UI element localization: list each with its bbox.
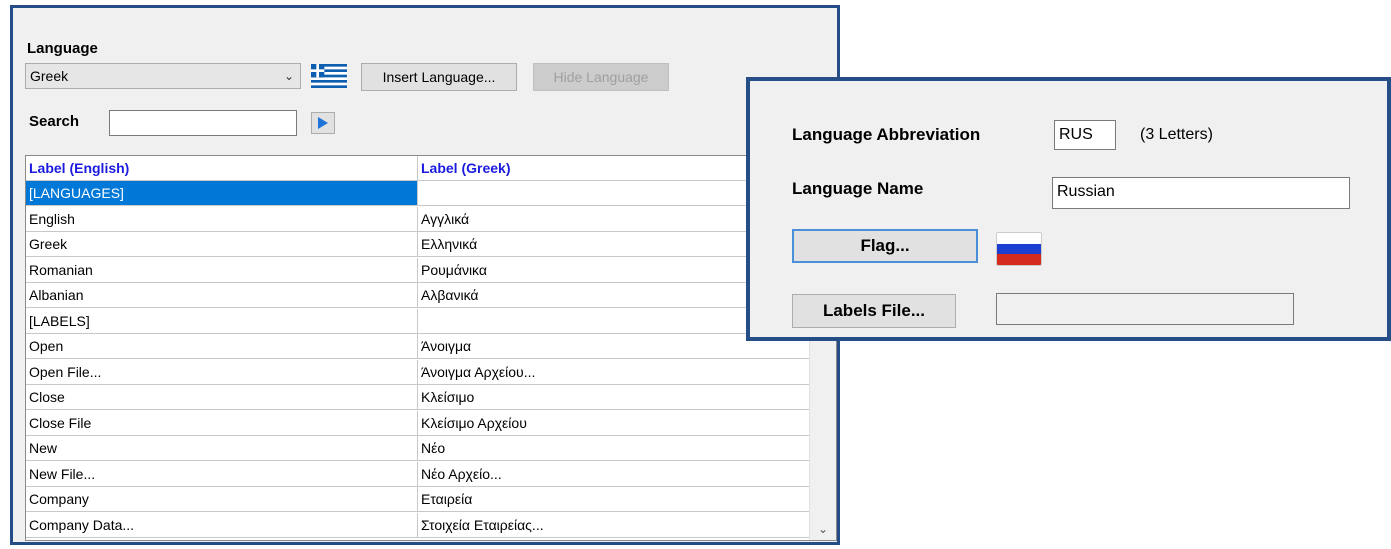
table-row[interactable]: [LABELS] xyxy=(26,308,810,334)
search-input[interactable] xyxy=(109,110,297,136)
labels-file-path-input[interactable] xyxy=(996,293,1294,325)
cell-label-greek[interactable]: Άνοιγμα Αρχείου... xyxy=(418,359,810,385)
hide-language-button[interactable]: Hide Language xyxy=(533,63,669,91)
cell-label-english[interactable]: Company Data... xyxy=(26,512,418,538)
language-name-input[interactable]: Russian xyxy=(1052,177,1350,209)
table-row[interactable]: Close File Κλείσιμο Αρχείου xyxy=(26,410,810,436)
table-row[interactable]: Close Κλείσιμο xyxy=(26,385,810,410)
cell-label-english[interactable]: Open File... xyxy=(26,359,418,385)
language-label: Language xyxy=(27,40,98,57)
russian-flag-icon xyxy=(996,232,1042,266)
cell-label-english[interactable]: New xyxy=(26,436,418,461)
cell-label-english[interactable]: Close File xyxy=(26,410,418,436)
table-row[interactable]: Greek Ελληνικά xyxy=(26,232,810,257)
cell-label-greek[interactable]: Νέο xyxy=(418,436,810,461)
table-row[interactable]: Open File... Άνοιγμα Αρχείου... xyxy=(26,359,810,385)
cell-label-english[interactable]: Greek xyxy=(26,232,418,257)
table-row[interactable]: New Νέο xyxy=(26,436,810,461)
cell-label-english[interactable]: Albanian xyxy=(26,283,418,308)
insert-language-window: Language Abbreviation RUS (3 Letters) La… xyxy=(746,77,1391,341)
labels-grid: Label (English) Label (Greek) [LANGUAGES… xyxy=(25,155,837,541)
chevron-down-icon: ⌄ xyxy=(283,69,294,83)
table-row[interactable]: Albanian Αλβανικά xyxy=(26,283,810,308)
language-dropdown[interactable]: Greek ⌄ xyxy=(25,63,301,89)
cell-label-english[interactable]: [LABELS] xyxy=(26,308,418,334)
cell-label-greek[interactable]: Εταιρεία xyxy=(418,487,810,512)
table-row[interactable]: Romanian Ρουμάνικα xyxy=(26,257,810,283)
cell-label-english[interactable]: New File... xyxy=(26,461,418,487)
language-abbreviation-input[interactable]: RUS xyxy=(1054,120,1116,150)
cell-label-greek[interactable]: Νέο Αρχείο... xyxy=(418,461,810,487)
labels-file-button[interactable]: Labels File... xyxy=(792,294,956,328)
table-row[interactable]: English Αγγλικά xyxy=(26,206,810,232)
language-dropdown-value: Greek xyxy=(30,68,69,84)
language-abbreviation-label: Language Abbreviation xyxy=(792,125,981,144)
insert-language-button[interactable]: Insert Language... xyxy=(361,63,517,91)
cell-label-greek[interactable]: Κλείσιμο xyxy=(418,385,810,410)
flag-button[interactable]: Flag... xyxy=(792,229,978,263)
table-row[interactable]: Open Άνοιγμα xyxy=(26,334,810,359)
table-row[interactable]: Company Εταιρεία xyxy=(26,487,810,512)
cell-label-greek[interactable]: Κλείσιμο Αρχείου xyxy=(418,410,810,436)
search-label: Search xyxy=(29,113,80,130)
abbreviation-hint: (3 Letters) xyxy=(1140,126,1213,143)
cell-label-english[interactable]: [LANGUAGES] xyxy=(26,181,418,206)
table-row[interactable]: New File... Νέο Αρχείο... xyxy=(26,461,810,487)
cell-label-english[interactable]: Company xyxy=(26,487,418,512)
greek-flag-icon xyxy=(311,64,347,88)
grid-header: Label (English) Label (Greek) xyxy=(26,156,810,181)
cell-label-english[interactable]: English xyxy=(26,206,418,232)
cell-label-greek[interactable]: Στοιχεία Εταιρείας... xyxy=(418,512,810,538)
column-header-english[interactable]: Label (English) xyxy=(26,156,418,181)
search-go-button[interactable] xyxy=(311,112,335,134)
cell-label-english[interactable]: Close xyxy=(26,385,418,410)
language-editor-window: Language Greek ⌄ Insert Language... Hide… xyxy=(10,5,840,545)
table-row[interactable]: [LANGUAGES] xyxy=(26,181,810,206)
language-name-label: Language Name xyxy=(792,179,924,198)
play-arrow-icon xyxy=(318,117,328,129)
cell-label-english[interactable]: Open xyxy=(26,334,418,359)
table-row[interactable]: Company Data... Στοιχεία Εταιρείας... xyxy=(26,512,810,538)
scroll-down-arrow-icon[interactable]: ⌄ xyxy=(818,522,828,536)
cell-label-english[interactable]: Romanian xyxy=(26,257,418,283)
